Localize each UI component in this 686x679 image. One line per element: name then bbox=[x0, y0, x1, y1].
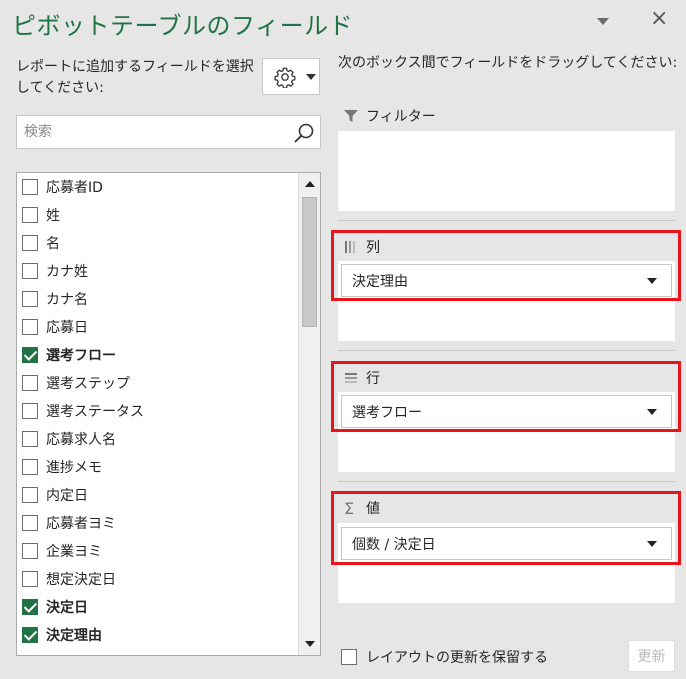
field-list-item[interactable]: カナ姓 bbox=[17, 257, 320, 285]
scroll-down-arrow-icon[interactable] bbox=[299, 633, 320, 655]
scroll-thumb[interactable] bbox=[302, 197, 317, 327]
field-checkbox[interactable] bbox=[22, 627, 38, 643]
field-label: 想定決定日 bbox=[46, 572, 116, 588]
filter-area-header: フィルター bbox=[344, 106, 436, 126]
defer-layout-update[interactable]: レイアウトの更新を保留する bbox=[341, 647, 548, 667]
field-list-item[interactable]: 応募求人名 bbox=[17, 425, 320, 453]
area-divider bbox=[338, 220, 675, 221]
rows-icon bbox=[344, 371, 358, 385]
field-list: 応募者ID 姓名カナ姓カナ名応募日選考フロー選考ステップ 選考ステータス 応募求人名進… bbox=[16, 172, 321, 656]
filter-drop-area[interactable] bbox=[338, 131, 675, 211]
field-checkbox[interactable] bbox=[22, 207, 38, 223]
defer-layout-checkbox[interactable] bbox=[341, 649, 357, 665]
field-label: 選考ステータス bbox=[46, 404, 144, 420]
sigma-icon: Σ bbox=[344, 498, 355, 518]
field-list-item[interactable]: 選考ステータス bbox=[17, 397, 320, 425]
filter-icon bbox=[344, 109, 358, 123]
field-label: 選考ステップ bbox=[46, 376, 130, 392]
field-label: カナ名 bbox=[46, 292, 88, 308]
defer-layout-label: レイアウトの更新を保留する bbox=[366, 650, 548, 666]
field-checkbox[interactable] bbox=[22, 403, 38, 419]
columns-field-label: 決定理由 bbox=[352, 273, 408, 290]
field-label: 決定日 bbox=[46, 600, 88, 616]
field-list-item[interactable]: 応募者ヨミ bbox=[17, 509, 320, 537]
tools-settings-button[interactable] bbox=[262, 58, 320, 95]
field-checkbox[interactable] bbox=[22, 515, 38, 531]
field-list-item[interactable]: カナ名 bbox=[17, 285, 320, 313]
field-label: 進捗メモ bbox=[46, 460, 102, 476]
update-button: 更新 bbox=[628, 640, 675, 672]
columns-area-header: 列 bbox=[344, 237, 380, 257]
chevron-down-icon[interactable] bbox=[647, 541, 657, 547]
filter-area-label: フィルター bbox=[366, 109, 436, 125]
field-checkbox[interactable] bbox=[22, 235, 38, 251]
field-label: カナ姓 bbox=[46, 264, 88, 280]
field-checkbox[interactable] bbox=[22, 487, 38, 503]
field-list-item[interactable]: 選考フロー bbox=[17, 341, 320, 369]
columns-icon bbox=[344, 240, 358, 254]
field-label: 決定理由 bbox=[46, 628, 102, 644]
field-checkbox[interactable] bbox=[22, 543, 38, 559]
values-area-header: Σ 値 bbox=[344, 498, 380, 518]
field-checkbox[interactable] bbox=[22, 431, 38, 447]
field-checkbox[interactable] bbox=[22, 291, 38, 307]
close-icon[interactable]: × bbox=[650, 8, 668, 30]
field-checkbox[interactable] bbox=[22, 459, 38, 475]
field-search-input[interactable] bbox=[17, 116, 287, 148]
field-label: 姓 bbox=[46, 208, 60, 224]
field-label: 名 bbox=[46, 236, 60, 252]
drag-instruction: 次のボックス間でフィールドをドラッグしてください: bbox=[338, 55, 678, 71]
chevron-down-icon[interactable] bbox=[647, 278, 657, 284]
field-list-item[interactable]: 決定日 bbox=[17, 593, 320, 621]
panel-options-dropdown-icon[interactable] bbox=[597, 18, 609, 25]
search-icon[interactable] bbox=[292, 121, 316, 145]
field-list-item[interactable]: 企業ヨミ bbox=[17, 537, 320, 565]
chevron-down-icon bbox=[306, 74, 316, 80]
field-list-item[interactable]: 決定理由 bbox=[17, 621, 320, 649]
field-label: 応募日 bbox=[46, 320, 88, 336]
field-list-item[interactable]: 想定決定日 bbox=[17, 565, 320, 593]
rows-area-header: 行 bbox=[344, 368, 380, 388]
columns-field-pill[interactable]: 決定理由 bbox=[341, 264, 672, 297]
field-checkbox[interactable] bbox=[22, 319, 38, 335]
field-list-item[interactable]: 姓 bbox=[17, 201, 320, 229]
values-field-pill[interactable]: 個数 / 決定日 bbox=[341, 527, 672, 560]
field-checkbox[interactable] bbox=[22, 263, 38, 279]
field-checkbox[interactable] bbox=[22, 599, 38, 615]
area-divider bbox=[338, 481, 675, 482]
scroll-up-arrow-icon[interactable] bbox=[299, 173, 320, 195]
field-list-item[interactable]: 応募日 bbox=[17, 313, 320, 341]
panel-title: ピボットテーブルのフィールド bbox=[12, 12, 354, 40]
field-checkbox[interactable] bbox=[22, 571, 38, 587]
field-checkbox[interactable] bbox=[22, 375, 38, 391]
rows-field-label: 選考フロー bbox=[352, 404, 422, 421]
field-list-item[interactable]: 応募者ID bbox=[17, 173, 320, 201]
field-select-instruction: レポートに追加するフィールドを選択してください: bbox=[16, 59, 254, 96]
values-field-label: 個数 / 決定日 bbox=[352, 536, 436, 553]
field-label: 選考フロー bbox=[46, 348, 116, 364]
rows-area-label: 行 bbox=[366, 371, 380, 387]
field-checkbox[interactable] bbox=[22, 179, 38, 195]
field-list-item[interactable]: 名 bbox=[17, 229, 320, 257]
field-label: 応募者ID bbox=[46, 180, 103, 196]
field-list-item[interactable]: 内定日 bbox=[17, 481, 320, 509]
area-divider bbox=[338, 350, 675, 351]
field-list-items: 応募者ID 姓名カナ姓カナ名応募日選考フロー選考ステップ 選考ステータス 応募求人名進… bbox=[17, 173, 320, 649]
gear-icon bbox=[274, 67, 296, 88]
field-label: 応募求人名 bbox=[46, 432, 116, 448]
values-area-label: 値 bbox=[366, 501, 380, 517]
field-list-item[interactable]: 進捗メモ bbox=[17, 453, 320, 481]
columns-area-label: 列 bbox=[366, 240, 380, 256]
field-label: 企業ヨミ bbox=[46, 544, 102, 560]
chevron-down-icon[interactable] bbox=[647, 409, 657, 415]
field-list-item[interactable]: 選考ステップ bbox=[17, 369, 320, 397]
field-search-box bbox=[16, 115, 321, 149]
field-checkbox[interactable] bbox=[22, 347, 38, 363]
rows-field-pill[interactable]: 選考フロー bbox=[341, 395, 672, 428]
field-list-scrollbar[interactable] bbox=[298, 173, 320, 655]
field-label: 応募者ヨミ bbox=[46, 516, 116, 532]
field-label: 内定日 bbox=[46, 488, 88, 504]
